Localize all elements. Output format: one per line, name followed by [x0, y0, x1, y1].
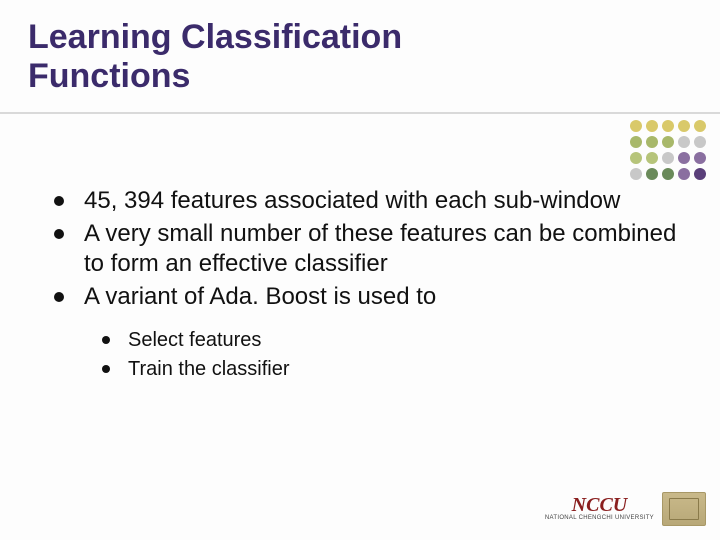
list-item: Train the classifier	[96, 356, 680, 383]
dot-icon	[678, 136, 690, 148]
title-line-2: Functions	[28, 57, 190, 95]
logo-main: NCCU	[572, 494, 628, 516]
list-item: Select features	[96, 327, 680, 354]
list-item: A variant of Ada. Boost is used to Selec…	[50, 282, 680, 383]
footer-logo-area: NCCU NATIONAL CHENGCHI UNIVERSITY	[545, 492, 706, 526]
dot-icon	[694, 168, 706, 180]
list-item: 45, 394 features associated with each su…	[50, 186, 680, 217]
dot-icon	[678, 152, 690, 164]
dot-icon	[646, 152, 658, 164]
dot-icon	[678, 168, 690, 180]
dot-icon	[662, 152, 674, 164]
dot-icon	[678, 120, 690, 132]
dot-icon	[662, 136, 674, 148]
slide: Learning Classification Functions 45, 39…	[0, 0, 720, 540]
sub-bullet-text: Select features	[128, 329, 261, 351]
list-item: A very small number of these features ca…	[50, 219, 680, 280]
dot-icon	[630, 120, 642, 132]
sub-bullet-list: Select features Train the classifier	[96, 327, 680, 383]
logo-sub: NATIONAL CHENGCHI UNIVERSITY	[545, 516, 654, 521]
dot-icon	[630, 152, 642, 164]
dot-icon	[646, 168, 658, 180]
dot-icon	[694, 120, 706, 132]
title-underline	[0, 112, 720, 114]
dot-icon	[646, 120, 658, 132]
title-line-1: Learning Classification	[28, 18, 402, 56]
dot-icon	[662, 120, 674, 132]
bullet-text: 45, 394 features associated with each su…	[84, 187, 620, 214]
bullet-text: A variant of Ada. Boost is used to	[84, 283, 436, 310]
content-area: 45, 394 features associated with each su…	[50, 186, 680, 385]
slide-title: Learning Classification Functions	[28, 18, 468, 96]
university-logo-text: NCCU NATIONAL CHENGCHI UNIVERSITY	[545, 497, 654, 521]
bullet-text: A very small number of these features ca…	[84, 220, 676, 278]
dot-icon	[646, 136, 658, 148]
bullet-list: 45, 394 features associated with each su…	[50, 186, 680, 383]
dot-icon	[694, 136, 706, 148]
dot-icon	[694, 152, 706, 164]
university-emblem-icon	[662, 492, 706, 526]
sub-bullet-text: Train the classifier	[128, 358, 290, 380]
dot-icon	[662, 168, 674, 180]
dot-icon	[630, 136, 642, 148]
dot-icon	[630, 168, 642, 180]
decorative-dot-grid	[630, 120, 706, 180]
